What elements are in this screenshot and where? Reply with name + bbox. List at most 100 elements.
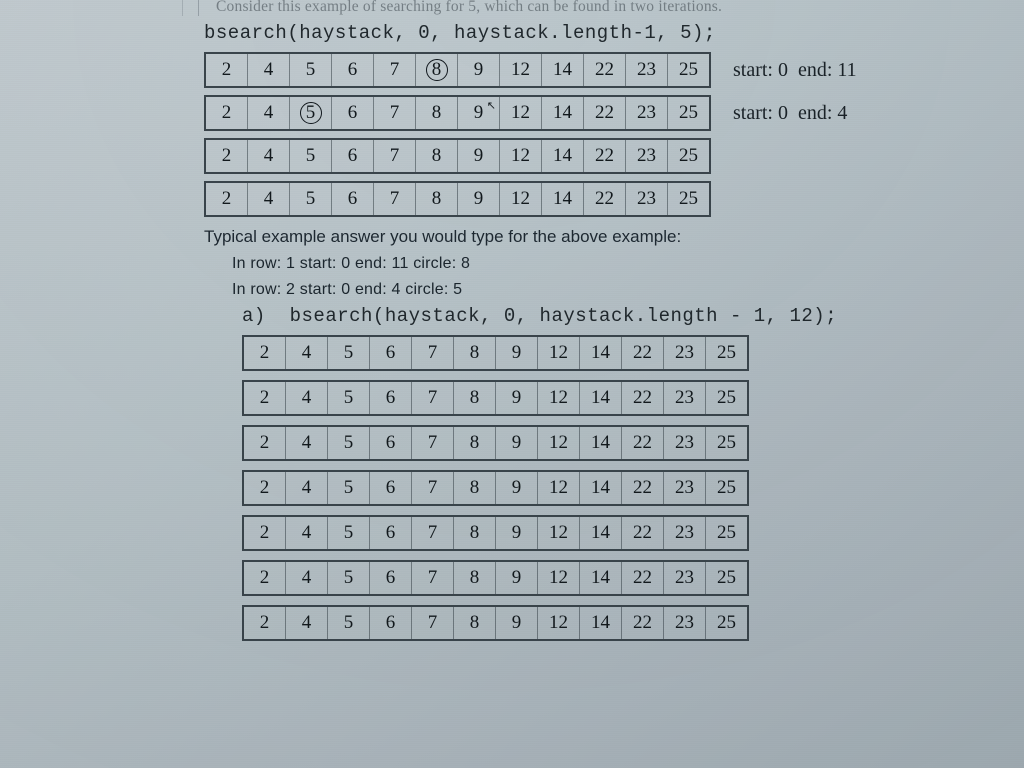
- array-row: 24567891214222325: [242, 605, 996, 641]
- array-row: 2456789↖1214222325start: 0 end: 4: [204, 95, 996, 131]
- array-cell: 23: [664, 561, 706, 595]
- array-cell: 23: [626, 139, 668, 173]
- array-cell: 2: [205, 182, 248, 216]
- array-cell: 7: [412, 516, 454, 550]
- array-cell: 9: [458, 139, 500, 173]
- array-cell: 23: [664, 606, 706, 640]
- array-row: 24567891214222325: [242, 425, 996, 461]
- array-cell: 23: [664, 426, 706, 460]
- array-cell: 6: [370, 336, 412, 370]
- array-cell: 9: [496, 381, 538, 415]
- array-cell: 12: [500, 139, 542, 173]
- array-cell: 22: [622, 471, 664, 505]
- array-cell: 7: [412, 336, 454, 370]
- array-cell: 6: [370, 381, 412, 415]
- array-cell: 23: [626, 53, 668, 87]
- array-cell: 2: [243, 516, 286, 550]
- array-cell: 5: [290, 182, 332, 216]
- array-row: 24567891214222325: [204, 138, 996, 174]
- array-cell: 2: [205, 96, 248, 130]
- array-cell: 6: [332, 182, 374, 216]
- array-cell: 14: [580, 381, 622, 415]
- array-cell: 9↖: [458, 96, 500, 130]
- array-cell: 6: [332, 96, 374, 130]
- array-cell: 5: [290, 139, 332, 173]
- array-cell: 2: [243, 606, 286, 640]
- array-cell: 12: [500, 182, 542, 216]
- array-cell: 14: [580, 336, 622, 370]
- array-cell: 25: [668, 139, 711, 173]
- array-cell: 12: [538, 336, 580, 370]
- part-a-array-rows: 2456789121422232524567891214222325245678…: [28, 335, 996, 641]
- array-cell: 22: [584, 139, 626, 173]
- array-cell: 22: [622, 516, 664, 550]
- row-annotation: start: 0 end: 4: [733, 102, 847, 125]
- row-annotation: start: 0 end: 11: [733, 59, 857, 82]
- array-cell: 5: [290, 96, 332, 130]
- array-table: 24567891214222325: [242, 380, 749, 416]
- array-cell: 14: [542, 182, 584, 216]
- array-table: 24567891214222325: [242, 560, 749, 596]
- array-cell: 9: [496, 606, 538, 640]
- array-cell: 5: [328, 426, 370, 460]
- array-cell: 8: [454, 381, 496, 415]
- array-cell: 6: [332, 139, 374, 173]
- margin-line: [182, 0, 183, 16]
- part-a-code-line: a) bsearch(haystack, 0, haystack.length …: [242, 305, 996, 327]
- array-cell: 5: [328, 516, 370, 550]
- typical-answer-line: In row: 1 start: 0 end: 11 circle: 8: [232, 255, 996, 273]
- array-cell: 9: [496, 471, 538, 505]
- array-cell: 25: [706, 336, 749, 370]
- array-cell: 14: [580, 516, 622, 550]
- array-cell: 4: [286, 516, 328, 550]
- truncated-header-text: Consider this example of searching for 5…: [216, 0, 996, 16]
- array-cell: 7: [374, 96, 416, 130]
- array-cell: 25: [668, 53, 711, 87]
- array-cell: 2: [205, 53, 248, 87]
- array-cell: 9: [496, 336, 538, 370]
- array-table: 24567891214222325: [242, 335, 749, 371]
- worksheet-page: Consider this example of searching for 5…: [0, 0, 1024, 664]
- array-row: 24567891214222325: [242, 380, 996, 416]
- array-cell: 2: [243, 426, 286, 460]
- array-cell: 4: [286, 606, 328, 640]
- array-cell: 12: [538, 561, 580, 595]
- array-cell: 4: [248, 53, 290, 87]
- array-cell: 12: [538, 606, 580, 640]
- array-table: 24567891214222325: [242, 470, 749, 506]
- array-cell: 8: [454, 561, 496, 595]
- array-cell: 22: [584, 53, 626, 87]
- array-cell: 14: [542, 53, 584, 87]
- array-cell: 2: [205, 139, 248, 173]
- array-cell: 25: [706, 471, 749, 505]
- array-cell: 6: [370, 606, 412, 640]
- array-cell: 5: [290, 53, 332, 87]
- typical-answer-label: Typical example answer you would type fo…: [204, 227, 996, 247]
- array-cell: 22: [584, 96, 626, 130]
- typical-answer-line: In row: 2 start: 0 end: 4 circle: 5: [232, 281, 996, 299]
- array-cell: 8: [416, 182, 458, 216]
- array-table: 24567891214222325: [204, 181, 711, 217]
- array-cell: 4: [248, 96, 290, 130]
- array-cell: 8: [454, 606, 496, 640]
- array-cell: 25: [706, 561, 749, 595]
- array-cell: 9: [458, 53, 500, 87]
- array-cell: 8: [454, 426, 496, 460]
- array-table: 24567891214222325: [204, 138, 711, 174]
- array-cell: 23: [626, 182, 668, 216]
- array-cell: 6: [332, 53, 374, 87]
- example-array-rows: 24567891214222325start: 0 end: 112456789…: [28, 52, 996, 217]
- array-cell: 25: [668, 182, 711, 216]
- array-cell: 6: [370, 516, 412, 550]
- array-cell: 12: [538, 471, 580, 505]
- array-cell: 25: [668, 96, 711, 130]
- array-cell: 8: [454, 471, 496, 505]
- array-cell: 22: [622, 336, 664, 370]
- array-cell: 7: [412, 606, 454, 640]
- array-cell: 14: [542, 139, 584, 173]
- array-row: 24567891214222325: [242, 470, 996, 506]
- array-cell: 5: [328, 381, 370, 415]
- array-row: 24567891214222325: [242, 515, 996, 551]
- array-cell: 4: [286, 336, 328, 370]
- array-cell: 9: [496, 426, 538, 460]
